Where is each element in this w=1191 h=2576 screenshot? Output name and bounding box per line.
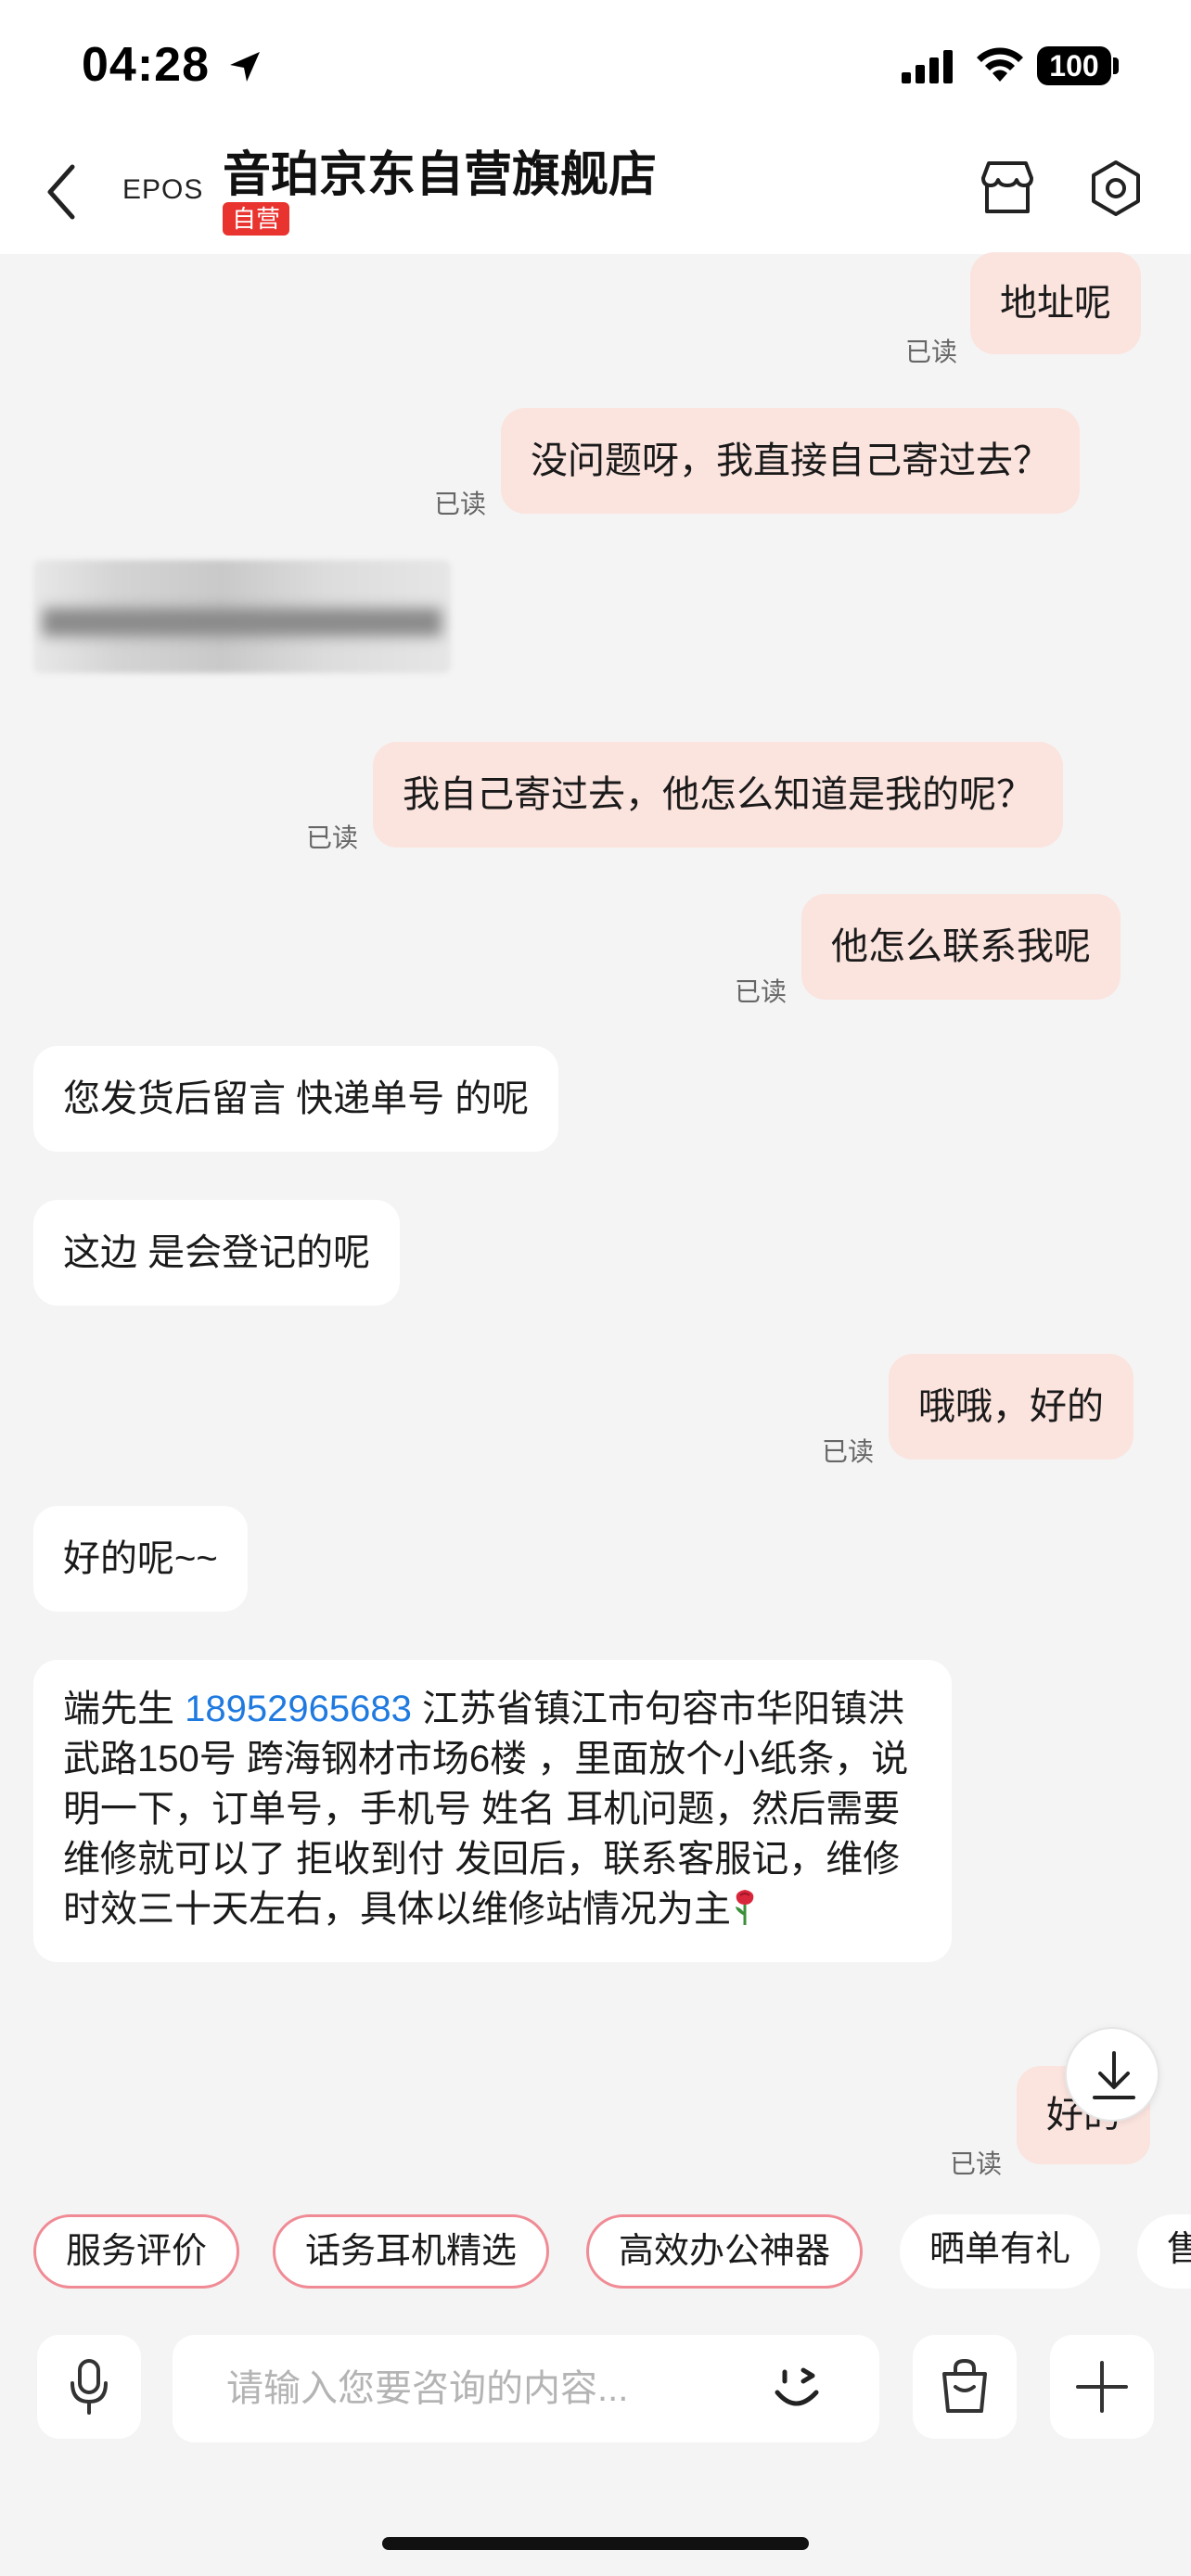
emoji-icon[interactable] (768, 2359, 827, 2418)
scroll-to-bottom-button[interactable] (1065, 2027, 1159, 2122)
chip-service-rating[interactable]: 服务评价 (33, 2214, 240, 2289)
self-operated-badge: 自营 (223, 202, 290, 236)
chip-after-sales[interactable]: 售 (1137, 2214, 1191, 2289)
read-status: 已读 (735, 977, 788, 1006)
home-indicator (382, 2537, 809, 2550)
message-bubble-incoming[interactable]: 您发货后留言 快递单号 的呢 (33, 1046, 559, 1152)
message-bubble-incoming[interactable]: 好的呢~~ (33, 1506, 248, 1612)
wifi-icon (977, 47, 1023, 82)
plus-icon (1076, 2361, 1128, 2413)
chip-office-tools[interactable]: 高效办公神器 (586, 2214, 864, 2289)
message-bubble-outgoing[interactable]: 我自己寄过去，他怎么知道是我的呢？ (373, 742, 1063, 848)
phone-link[interactable]: 18952965683 (185, 1689, 412, 1729)
message-text: 端先生 (63, 1689, 186, 1729)
battery-level: 100 (1037, 46, 1111, 85)
more-button[interactable] (1050, 2335, 1154, 2439)
read-status: 已读 (306, 823, 359, 852)
store-icon[interactable] (978, 158, 1037, 217)
chat-header: EPOS 音珀京东自营旗舰店 自营 (0, 130, 1191, 254)
read-status: 已读 (905, 338, 958, 366)
message-bubble-outgoing[interactable]: 地址呢 (970, 252, 1141, 354)
location-arrow-icon (230, 52, 260, 82)
signal-icon (902, 50, 953, 83)
chip-review-gift[interactable]: 晒单有礼 (900, 2214, 1101, 2289)
microphone-icon (70, 2359, 108, 2415)
read-status: 已读 (434, 490, 487, 518)
message-bubble-outgoing[interactable]: 他怎么联系我呢 (801, 894, 1121, 1000)
chip-headset-picks[interactable]: 话务耳机精选 (273, 2214, 550, 2289)
battery-tip (1113, 57, 1119, 74)
back-icon[interactable] (43, 163, 80, 221)
settings-icon[interactable] (1087, 159, 1145, 217)
message-bubble-incoming-address[interactable]: 端先生 18952965683 江苏省镇江市句容市华阳镇洪武路150号 跨海钢材… (33, 1660, 952, 1962)
voice-button[interactable] (37, 2335, 141, 2439)
message-bubble-outgoing[interactable]: 没问题呀，我直接自己寄过去？ (501, 408, 1080, 514)
read-status: 已读 (950, 2149, 1003, 2178)
message-bubble-outgoing[interactable]: 哦哦，好的 (889, 1354, 1133, 1460)
scroll-down-icon (1093, 2051, 1135, 2099)
brand-logo: EPOS (122, 174, 204, 205)
status-bar: 04:28 100 (0, 0, 1191, 130)
status-time: 04:28 (82, 38, 210, 92)
quick-reply-chips: 服务评价 话务耳机精选 高效办公神器 晒单有礼 售 (0, 2209, 1191, 2302)
rose-icon (736, 1890, 754, 1925)
read-status: 已读 (822, 1437, 875, 1466)
shop-name[interactable]: 音珀京东自营旗舰店 (223, 135, 657, 205)
shopping-bag-icon (942, 2358, 987, 2413)
order-button[interactable] (913, 2335, 1017, 2439)
blurred-image-message[interactable] (33, 560, 451, 673)
message-bubble-incoming[interactable]: 这边 是会登记的呢 (33, 1200, 401, 1306)
